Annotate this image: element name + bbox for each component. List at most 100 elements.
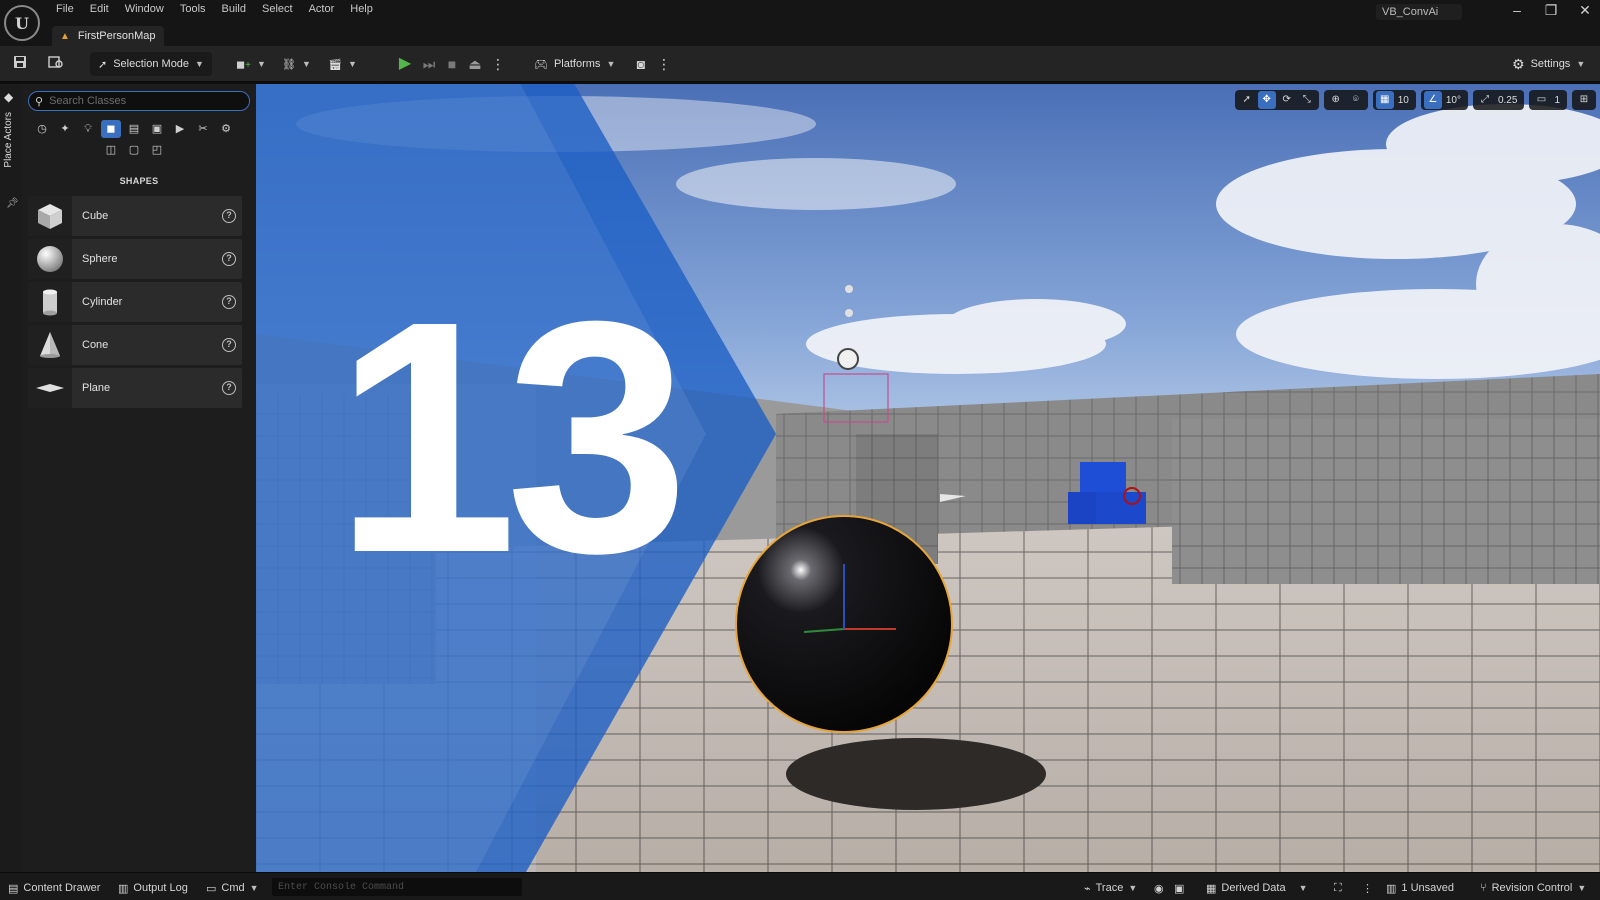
camera-speed-value[interactable]: 1: [1552, 95, 1564, 106]
content-drawer-button[interactable]: ▤ Content Drawer: [8, 880, 100, 896]
surface-snap-icon[interactable]: ⌾: [1347, 91, 1365, 109]
screenshot-icon[interactable]: ▣: [1174, 880, 1184, 896]
search-input[interactable]: [49, 95, 240, 107]
cinematic-icon[interactable]: ▤: [124, 120, 144, 138]
derived-data-dropdown[interactable]: ▦ Derived Data ▼: [1206, 880, 1308, 896]
menu-build[interactable]: Build: [214, 0, 254, 20]
revision-control-dropdown[interactable]: ⑂ Revision Control ▼: [1480, 880, 1586, 896]
more-options-icon[interactable]: ⋮: [655, 55, 673, 73]
help-icon[interactable]: ?: [222, 381, 236, 395]
list-item[interactable]: Plane ?: [28, 368, 242, 408]
cursor-icon: ➚: [98, 58, 108, 71]
menu-actor[interactable]: Actor: [301, 0, 343, 20]
main-toolbar: ➚ Selection Mode ▼ ◼+ ▼ ⛓ ▼ 🎬︎ ▼ ▶ ⏭︎ ■ …: [0, 46, 1600, 82]
shape-label: Plane: [82, 382, 111, 394]
plugin-icon[interactable]: ◙: [632, 55, 650, 73]
cmd-label: Cmd: [221, 882, 245, 894]
shape-label: Sphere: [82, 253, 118, 265]
menu-window[interactable]: Window: [117, 0, 172, 20]
all-classes-icon[interactable]: ⚙: [216, 120, 236, 138]
cylinder-icon: [28, 282, 72, 322]
menu-select[interactable]: Select: [254, 0, 301, 20]
rotation-snap-value[interactable]: 10°: [1444, 95, 1465, 106]
help-icon[interactable]: ?: [222, 252, 236, 266]
frame-icon[interactable]: ▢: [124, 141, 144, 159]
volumes-icon[interactable]: ▶: [170, 120, 190, 138]
select-icon[interactable]: ➚: [1238, 91, 1256, 109]
gear-icon: ⚙: [1512, 55, 1525, 72]
console-input[interactable]: [278, 881, 508, 893]
search-box[interactable]: ⚲: [28, 91, 250, 111]
add-actor-button[interactable]: ◼+ ▼: [236, 52, 266, 76]
record-icon[interactable]: ◉: [1154, 880, 1164, 896]
menu-file[interactable]: File: [48, 0, 82, 20]
blueprint-button[interactable]: ⛓ ▼: [282, 52, 311, 76]
camera-icon[interactable]: ▭: [1532, 91, 1550, 109]
save-icon[interactable]: [11, 55, 29, 73]
more-icon[interactable]: ⋮: [1362, 880, 1373, 896]
minimize-icon[interactable]: –: [1510, 2, 1524, 19]
selection-mode-dropdown[interactable]: ➚ Selection Mode ▼: [90, 52, 212, 76]
menu-tools[interactable]: Tools: [172, 0, 214, 20]
content-drawer-label: Content Drawer: [23, 882, 101, 894]
rotation-snap-icon[interactable]: ∠: [1423, 91, 1442, 109]
list-item[interactable]: Cone ?: [28, 325, 242, 365]
restore-icon[interactable]: ❐: [1544, 2, 1558, 19]
trace-dropdown[interactable]: ⌁ Trace ▼: [1084, 880, 1137, 896]
place-actors-tab[interactable]: Place Actors: [3, 112, 14, 168]
geometry-icon[interactable]: ✂: [193, 120, 213, 138]
source-control-icon[interactable]: ⛶: [1334, 880, 1342, 896]
layers-icon[interactable]: ◰: [147, 141, 167, 159]
scale-snap-control[interactable]: ⤢ 0.25: [1472, 90, 1525, 110]
rotate-icon[interactable]: ⟳: [1278, 91, 1296, 109]
lights-icon[interactable]: 💡︎: [78, 120, 98, 138]
shape-label: Cylinder: [82, 296, 123, 308]
clapper-icon: 🎬︎: [328, 58, 342, 71]
help-icon[interactable]: ?: [222, 338, 236, 352]
help-icon[interactable]: ?: [222, 295, 236, 309]
list-item[interactable]: Cylinder ?: [28, 282, 242, 322]
place-actors-icon[interactable]: ◆: [4, 90, 13, 104]
rotation-snap-control[interactable]: ∠ 10°: [1420, 90, 1468, 110]
menu-help[interactable]: Help: [342, 0, 381, 20]
move-icon[interactable]: ✥: [1257, 91, 1276, 109]
menu-edit[interactable]: Edit: [82, 0, 117, 20]
pin-icon[interactable]: 📌︎: [6, 198, 19, 209]
console-input-box[interactable]: [272, 878, 522, 896]
scale-snap-icon[interactable]: ⤢: [1476, 91, 1494, 109]
basic-icon[interactable]: ✦: [55, 120, 75, 138]
close-icon[interactable]: ✕: [1578, 2, 1592, 19]
output-log-icon: ▥: [118, 882, 129, 895]
camera-speed-control[interactable]: ▭ 1: [1529, 90, 1567, 110]
visual-effects-icon[interactable]: ▣: [147, 120, 167, 138]
layout-icon[interactable]: ⊞: [1575, 91, 1593, 109]
platforms-dropdown[interactable]: 🎮︎ Platforms ▼: [534, 52, 615, 76]
cinematics-button[interactable]: 🎬︎ ▼: [328, 52, 357, 76]
viewport-layout-control[interactable]: ⊞: [1572, 90, 1596, 110]
output-log-button[interactable]: ▥ Output Log: [118, 880, 188, 896]
browse-icon[interactable]: [47, 55, 65, 73]
recent-icon[interactable]: ◷: [32, 120, 52, 138]
cmd-dropdown[interactable]: ▭ Cmd ▼: [206, 880, 259, 896]
stop-icon[interactable]: ■: [443, 55, 461, 73]
world-space-icon[interactable]: ⊕: [1327, 91, 1345, 109]
grid-snap-value[interactable]: 10: [1396, 95, 1413, 106]
list-item[interactable]: Sphere ?: [28, 239, 242, 279]
list-item[interactable]: Cube ?: [28, 196, 242, 236]
unsaved-button[interactable]: ▥ 1 Unsaved: [1386, 880, 1454, 896]
settings-dropdown[interactable]: ⚙ Settings ▼: [1512, 52, 1585, 76]
level-tab[interactable]: ▲ FirstPersonMap: [52, 26, 164, 46]
play-icon[interactable]: ▶: [396, 55, 414, 73]
help-icon[interactable]: ?: [222, 209, 236, 223]
volume-box-icon[interactable]: ◫: [101, 141, 121, 159]
play-options-icon[interactable]: ⋮: [489, 55, 507, 73]
viewport-toolbar: ➚ ✥ ⟳ ⤡ ⊕ ⌾ ▦ 10 ∠ 10° ⤢ 0.25 ▭ 1 ⊞: [1234, 90, 1596, 110]
eject-icon[interactable]: ⏏︎: [466, 55, 484, 73]
grid-snap-control[interactable]: ▦ 10: [1372, 90, 1416, 110]
shapes-icon[interactable]: ◼: [101, 120, 121, 138]
scale-snap-value[interactable]: 0.25: [1496, 95, 1521, 106]
advance-frame-icon[interactable]: ⏭︎: [420, 55, 438, 73]
unreal-logo-icon[interactable]: U: [4, 5, 40, 41]
scale-icon[interactable]: ⤡: [1298, 91, 1316, 109]
grid-snap-icon[interactable]: ▦: [1375, 91, 1394, 109]
